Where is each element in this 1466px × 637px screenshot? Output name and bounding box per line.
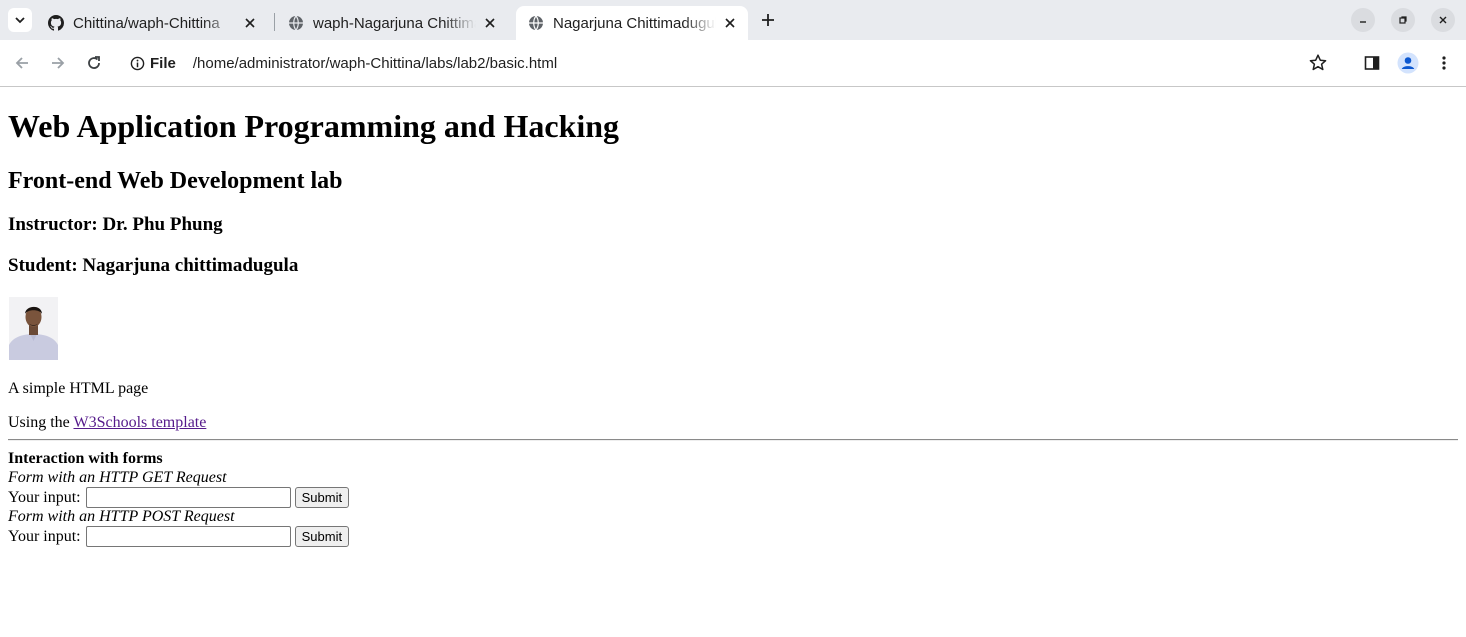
- post-input-label: Your input:: [8, 527, 81, 545]
- restore-button[interactable]: [1391, 8, 1415, 32]
- get-input-field[interactable]: [85, 486, 291, 508]
- forms-section: Interaction with forms Form with an HTTP…: [8, 449, 350, 547]
- forward-button[interactable]: [46, 51, 70, 75]
- side-panel-button[interactable]: [1360, 51, 1384, 75]
- close-window-button[interactable]: [1431, 8, 1455, 32]
- file-chip-label: File: [150, 54, 176, 72]
- post-form: Your input: Submit: [8, 525, 350, 547]
- close-icon[interactable]: [482, 15, 498, 31]
- get-form-caption: Form with an HTTP GET Request: [8, 469, 227, 486]
- reload-icon: [88, 56, 100, 69]
- tab-separator: [274, 13, 275, 31]
- tab-title: waph-Nagarjuna Chittimadugula: [313, 14, 476, 32]
- browser-tab-3-active[interactable]: Nagarjuna Chittimadugula: [516, 6, 748, 40]
- url-text[interactable]: /home/administrator/waph-Chittina/labs/l…: [193, 55, 557, 72]
- template-credit: Using the W3Schools template: [8, 413, 206, 433]
- close-icon[interactable]: [242, 15, 258, 31]
- w3schools-link[interactable]: W3Schools template: [73, 414, 206, 431]
- divider: [8, 439, 1458, 441]
- github-icon: [48, 15, 64, 31]
- browser-tab-1[interactable]: Chittina/waph-Chittina: [36, 6, 268, 40]
- site-info-chip[interactable]: File: [130, 55, 176, 72]
- template-prefix: Using the: [8, 414, 74, 431]
- star-icon[interactable]: [1308, 53, 1328, 73]
- plus-icon: [762, 14, 774, 26]
- info-icon: [130, 56, 145, 70]
- post-submit-button[interactable]: Submit: [294, 525, 350, 547]
- restore-icon: [1399, 16, 1407, 24]
- more-vertical-icon: [1442, 56, 1446, 70]
- arrow-left-icon: [15, 57, 28, 69]
- tab-title: Chittina/waph-Chittina: [73, 14, 220, 32]
- minimize-button[interactable]: [1351, 8, 1375, 32]
- student-photo: [9, 297, 58, 360]
- menu-button[interactable]: [1432, 51, 1456, 75]
- globe-icon: [529, 15, 543, 31]
- page-subtitle: Front-end Web Development lab: [8, 168, 343, 194]
- reload-button[interactable]: [82, 51, 106, 75]
- close-icon[interactable]: [722, 15, 738, 31]
- side-panel-icon: [1364, 56, 1380, 70]
- arrow-right-icon: [52, 57, 65, 69]
- page-description: A simple HTML page: [8, 380, 149, 397]
- profile-button[interactable]: [1396, 51, 1420, 75]
- avatar-icon: [1397, 52, 1419, 74]
- back-button[interactable]: [10, 51, 34, 75]
- get-input-label: Your input:: [8, 488, 81, 506]
- get-form: Your input: Submit: [8, 486, 350, 508]
- address-bar[interactable]: File /home/administrator/waph-Chittina/l…: [120, 45, 1342, 81]
- minimize-icon: [1360, 21, 1366, 23]
- tab-search-button[interactable]: [8, 8, 32, 32]
- instructor-heading: Instructor: Dr. Phu Phung: [8, 214, 223, 235]
- student-heading: Student: Nagarjuna chittimadugula: [8, 255, 299, 276]
- page-title: Web Application Programming and Hacking: [8, 108, 620, 144]
- tab-title: Nagarjuna Chittimadugula: [553, 14, 716, 32]
- get-submit-button[interactable]: Submit: [294, 486, 350, 508]
- page-content: Web Application Programming and Hacking …: [0, 87, 1466, 637]
- browser-tab-2[interactable]: waph-Nagarjuna Chittimadugula: [276, 6, 508, 40]
- post-input-field[interactable]: [85, 525, 291, 547]
- close-icon: [1439, 16, 1447, 24]
- post-form-caption: Form with an HTTP POST Request: [8, 508, 235, 525]
- new-tab-button[interactable]: [756, 8, 780, 32]
- tab-strip: Chittina/waph-Chittina waph-Nagarjuna Ch…: [0, 0, 1466, 40]
- chevron-down-icon: [15, 17, 25, 24]
- globe-icon: [289, 15, 303, 31]
- forms-heading: Interaction with forms: [8, 450, 163, 467]
- browser-toolbar: File /home/administrator/waph-Chittina/l…: [0, 40, 1466, 87]
